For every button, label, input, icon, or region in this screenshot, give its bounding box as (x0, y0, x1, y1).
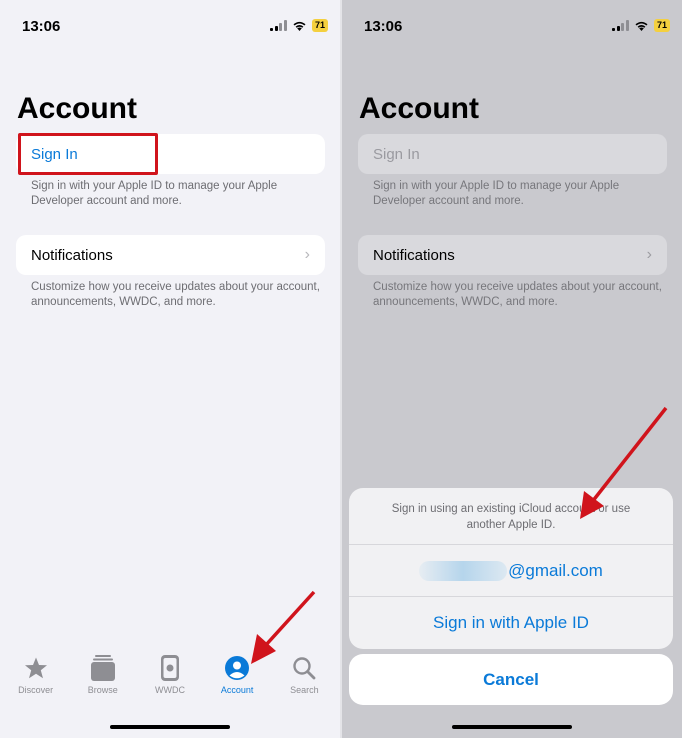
arrow-annotation (251, 590, 316, 664)
right-screen: 13:06 71 Account Sign In Sign in with yo… (342, 0, 682, 738)
home-indicator (110, 725, 230, 729)
arrow-annotation (580, 406, 668, 519)
left-screen: 13:06 71 Account Sign In Sign in with yo… (0, 0, 340, 738)
home-indicator (452, 725, 572, 729)
